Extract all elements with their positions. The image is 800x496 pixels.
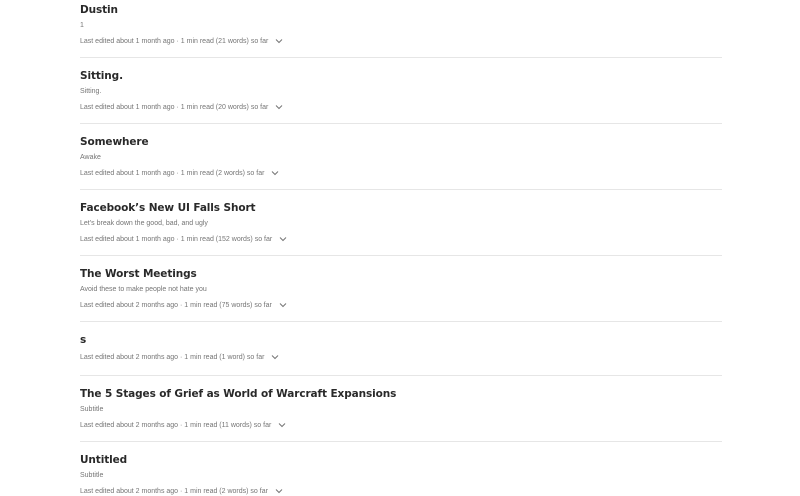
- chevron-down-icon[interactable]: [274, 36, 284, 46]
- story-item: Untitled Subtitle Last edited about 2 mo…: [80, 442, 722, 495]
- chevron-down-icon[interactable]: [270, 168, 280, 178]
- draft-story-list: Dustin 1 Last edited about 1 month ago ·…: [80, 0, 722, 495]
- story-item: s Last edited about 2 months ago · 1 min…: [80, 322, 722, 376]
- story-title[interactable]: Untitled: [80, 454, 127, 466]
- story-meta-text: Last edited about 1 month ago · 1 min re…: [80, 235, 273, 243]
- story-meta: Last edited about 2 months ago · 1 min r…: [80, 352, 280, 362]
- story-meta-text: Last edited about 1 month ago · 1 min re…: [80, 169, 265, 177]
- story-item: The Worst Meetings Avoid these to make p…: [80, 256, 722, 322]
- story-title[interactable]: s: [80, 334, 86, 346]
- story-title[interactable]: Sitting.: [80, 70, 123, 82]
- chevron-down-icon[interactable]: [278, 234, 288, 244]
- story-meta-text: Last edited about 1 month ago · 1 min re…: [80, 103, 269, 111]
- story-subtitle: Subtitle: [80, 406, 104, 413]
- story-meta-text: Last edited about 2 months ago · 1 min r…: [80, 353, 265, 361]
- story-item: Dustin 1 Last edited about 1 month ago ·…: [80, 0, 722, 58]
- chevron-down-icon[interactable]: [274, 102, 284, 112]
- story-meta: Last edited about 1 month ago · 1 min re…: [80, 36, 284, 46]
- chevron-down-icon[interactable]: [277, 420, 287, 430]
- story-item: Sitting. Sitting. Last edited about 1 mo…: [80, 58, 722, 124]
- story-subtitle: Avoid these to make people not hate you: [80, 286, 207, 293]
- story-item: Somewhere Awake Last edited about 1 mont…: [80, 124, 722, 190]
- story-title[interactable]: The Worst Meetings: [80, 268, 197, 280]
- story-title[interactable]: The 5 Stages of Grief as World of Warcra…: [80, 388, 396, 400]
- story-subtitle: 1: [80, 22, 84, 29]
- story-meta: Last edited about 1 month ago · 1 min re…: [80, 168, 280, 178]
- story-item: The 5 Stages of Grief as World of Warcra…: [80, 376, 722, 442]
- story-meta-text: Last edited about 2 months ago · 1 min r…: [80, 487, 268, 495]
- story-meta: Last edited about 1 month ago · 1 min re…: [80, 234, 288, 244]
- chevron-down-icon[interactable]: [278, 300, 288, 310]
- story-item: Facebook’s New UI Falls Short Let’s brea…: [80, 190, 722, 256]
- story-meta-text: Last edited about 1 month ago · 1 min re…: [80, 37, 269, 45]
- story-meta: Last edited about 1 month ago · 1 min re…: [80, 102, 284, 112]
- story-meta: Last edited about 2 months ago · 1 min r…: [80, 420, 287, 430]
- chevron-down-icon[interactable]: [270, 352, 280, 362]
- story-meta-text: Last edited about 2 months ago · 1 min r…: [80, 421, 272, 429]
- story-subtitle: Awake: [80, 154, 101, 161]
- story-subtitle: Subtitle: [80, 472, 104, 479]
- story-meta-text: Last edited about 2 months ago · 1 min r…: [80, 301, 272, 309]
- story-meta: Last edited about 2 months ago · 1 min r…: [80, 300, 288, 310]
- story-title[interactable]: Dustin: [80, 4, 118, 16]
- story-title[interactable]: Somewhere: [80, 136, 149, 148]
- story-title[interactable]: Facebook’s New UI Falls Short: [80, 202, 256, 214]
- story-subtitle: Let’s break down the good, bad, and ugly: [80, 220, 208, 227]
- story-subtitle: Sitting.: [80, 88, 102, 95]
